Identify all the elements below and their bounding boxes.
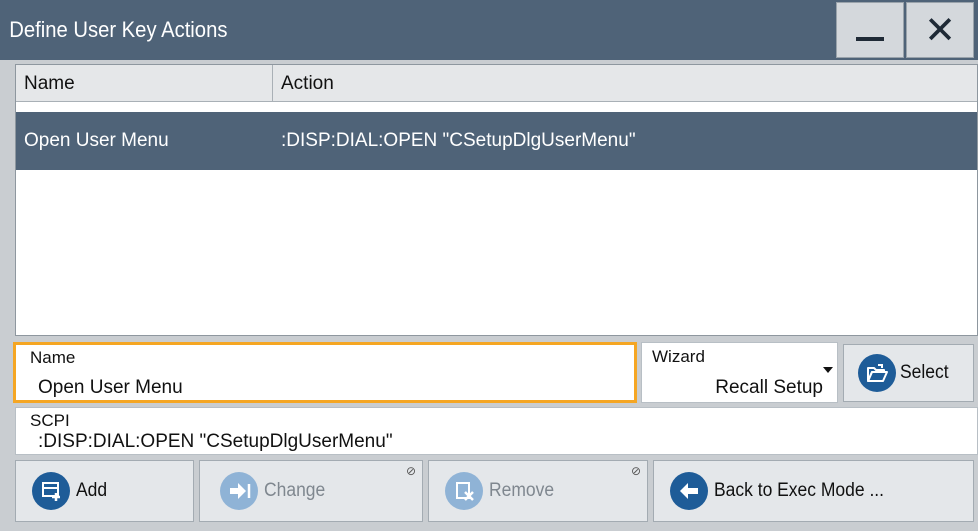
scpi-field-value: :DISP:DIAL:OPEN "CSetupDlgUserMenu": [38, 431, 393, 452]
name-field-value: Open User Menu: [38, 377, 183, 398]
back-button-label: Back to Exec Mode ...: [714, 480, 885, 501]
name-field[interactable]: Name Open User Menu: [13, 342, 637, 403]
disabled-icon: ⊘: [630, 464, 641, 478]
wizard-field-label: Wizard: [652, 347, 705, 366]
minimize-button[interactable]: [836, 2, 904, 58]
user-key-actions-table[interactable]: Name Action Open User Menu :DISP:DIAL:OP…: [15, 64, 978, 336]
add-button-label: Add: [76, 480, 108, 501]
column-header-name[interactable]: Name: [16, 65, 273, 101]
back-to-exec-mode-button[interactable]: Back to Exec Mode ...: [653, 460, 974, 522]
minimize-icon: [856, 37, 884, 41]
remove-icon: [445, 472, 483, 510]
close-button[interactable]: ✕: [906, 2, 974, 58]
chevron-down-icon: [823, 367, 833, 373]
scpi-field-label: SCPI: [30, 411, 70, 430]
define-user-key-actions-dialog: Define User Key Actions ✕ Name Action Op…: [0, 0, 978, 531]
close-icon: ✕: [924, 8, 956, 52]
scpi-field[interactable]: SCPI :DISP:DIAL:OPEN "CSetupDlgUserMenu": [15, 407, 978, 455]
wizard-dropdown[interactable]: Wizard Recall Setup: [641, 342, 838, 403]
row-name-cell: Open User Menu: [24, 130, 169, 151]
table-header: Name Action: [16, 65, 977, 102]
add-icon: [32, 472, 70, 510]
select-button-label: Select: [900, 362, 949, 383]
remove-button-label: Remove: [489, 480, 555, 501]
folder-open-icon: [858, 354, 896, 392]
arrow-right-icon: [220, 472, 258, 510]
change-button[interactable]: Change ⊘: [199, 460, 423, 522]
disabled-icon: ⊘: [405, 464, 416, 478]
change-button-label: Change: [264, 480, 326, 501]
title-bar: Define User Key Actions ✕: [0, 0, 978, 60]
remove-button[interactable]: Remove ⊘: [428, 460, 648, 522]
wizard-field-value: Recall Setup: [715, 377, 823, 398]
name-field-label: Name: [30, 348, 76, 367]
arrow-left-icon: [670, 472, 708, 510]
select-button[interactable]: Select: [843, 344, 974, 402]
table-row[interactable]: Open User Menu :DISP:DIAL:OPEN "CSetupDl…: [16, 112, 977, 170]
row-action-cell: :DISP:DIAL:OPEN "CSetupDlgUserMenu": [281, 130, 636, 151]
dialog-title: Define User Key Actions: [9, 17, 228, 42]
add-button[interactable]: Add: [15, 460, 194, 522]
column-header-action[interactable]: Action: [273, 65, 977, 101]
